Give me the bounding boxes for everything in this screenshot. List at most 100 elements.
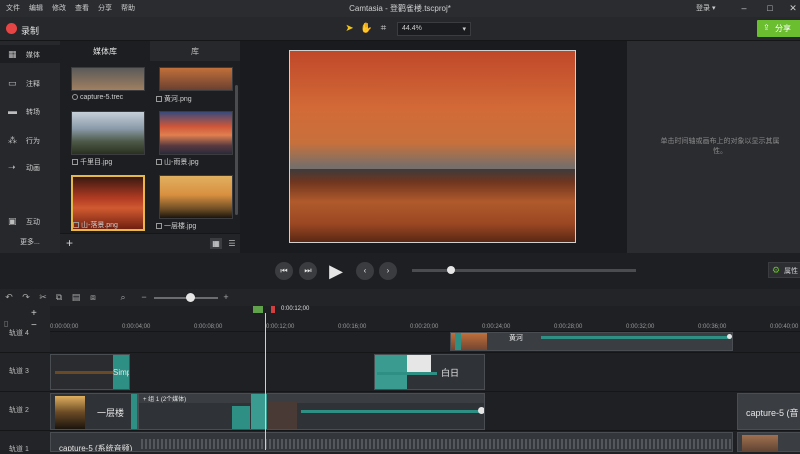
sidebar-item-transitions[interactable]: ▬ 转场 (0, 102, 60, 120)
track-4-label[interactable]: 轨道 4 (9, 328, 29, 338)
menu-view[interactable]: 查看 (75, 3, 89, 13)
menu-modify[interactable]: 修改 (52, 3, 66, 13)
animation-line[interactable] (301, 410, 481, 413)
tools-sidebar: ▦ 媒体 ▭ 注释 ▬ 转场 ⁂ 行为 ➝ 动画 ▣ 互动 更多... (0, 41, 60, 253)
media-scrollbar[interactable] (235, 85, 238, 215)
search-icon[interactable]: ⌕ (117, 291, 129, 303)
timeline-clip[interactable]: 一层楼 (50, 393, 138, 430)
step-back-icon[interactable]: ⏮ (275, 262, 293, 280)
lock-icon[interactable]: ▯ (4, 319, 8, 328)
playhead-in-marker[interactable] (253, 306, 263, 313)
more-tools-button[interactable]: 更多... (20, 237, 40, 247)
audio-clip[interactable]: capture-5 (系统音频) (50, 432, 733, 452)
thumb-caption: 黄河.png (156, 94, 192, 104)
track-2-label[interactable]: 轨道 2 (9, 405, 29, 415)
timeline-clip[interactable]: 黄河 (450, 332, 733, 351)
undo-icon[interactable]: ↶ (3, 291, 15, 303)
track-divider (0, 391, 800, 392)
timeline-clip[interactable]: 白日 (374, 354, 485, 390)
sidebar-item-media[interactable]: ▦ 媒体 (0, 45, 60, 63)
ruler-tick-label: 0:00:00;00 (50, 324, 79, 330)
group-header (139, 394, 484, 403)
add-icon[interactable]: + (66, 236, 73, 250)
track-3-label[interactable]: 轨道 3 (9, 366, 29, 376)
hand-icon[interactable]: ✋ (360, 22, 373, 35)
previous-clip-icon[interactable]: ‹ (356, 262, 374, 280)
maximize-icon[interactable]: □ (763, 2, 777, 14)
sidebar-item-interactive[interactable]: ▣ 互动 (0, 212, 60, 230)
properties-button[interactable]: ⚙ 属性 (768, 262, 800, 278)
audio-waveform (141, 439, 731, 449)
timeline-clip[interactable]: Simp (50, 354, 130, 390)
login-menu[interactable]: 登录 ▾ (696, 3, 715, 13)
timeline-ruler[interactable]: 0:00:00;00 0:00:04;00 0:00:08;00 0:00:12… (50, 306, 800, 332)
thumbnail[interactable] (159, 175, 233, 219)
animation-line[interactable] (541, 336, 731, 339)
tab-media-bin[interactable]: 媒体库 (60, 41, 150, 61)
ruler-tick-label: 0:00:28;00 (554, 324, 583, 330)
animation-line[interactable] (377, 372, 437, 375)
playhead-out-marker[interactable] (271, 306, 275, 313)
cut-icon[interactable]: ✂ (37, 291, 49, 303)
zoom-select[interactable]: 44.4% ▾ (397, 22, 471, 36)
grid-view-icon[interactable]: ▦ (210, 238, 222, 249)
interactive-icon: ▣ (8, 216, 17, 226)
zoom-out-icon[interactable]: − (138, 291, 150, 303)
recording-icon (72, 94, 78, 100)
step-forward-icon[interactable]: ⏭ (299, 262, 317, 280)
thumbnail[interactable] (159, 67, 233, 91)
canvas-image (290, 169, 575, 242)
close-icon[interactable]: ✕ (786, 2, 800, 14)
list-view-icon[interactable]: ☰ (226, 238, 238, 249)
zoom-knob[interactable] (186, 293, 195, 302)
zoom-value: 44.4% (402, 25, 422, 32)
remove-track-icon[interactable]: − (31, 320, 37, 331)
animation-endpoint[interactable] (727, 334, 732, 339)
crop-icon[interactable]: ⌗ (377, 22, 390, 35)
timeline-clip[interactable] (737, 432, 800, 452)
scrubber-knob[interactable] (447, 266, 455, 274)
menu-help[interactable]: 帮助 (121, 3, 135, 13)
add-track-icon[interactable]: + (31, 308, 37, 319)
menu-file[interactable]: 文件 (6, 3, 20, 13)
playhead-line[interactable] (265, 313, 266, 450)
timeline-clip[interactable]: capture-5 (音 (737, 393, 800, 430)
tab-library[interactable]: 库 (150, 41, 240, 61)
paste-icon[interactable]: ▤ (70, 291, 82, 303)
track-1-label[interactable]: 轨道 1 (9, 444, 29, 454)
redo-icon[interactable]: ↷ (20, 291, 32, 303)
sidebar-item-behaviors[interactable]: ⁂ 行为 (0, 131, 60, 149)
clip-handle[interactable] (455, 333, 461, 350)
preview-canvas[interactable] (289, 50, 576, 243)
split-icon[interactable]: ⧈ (87, 291, 99, 303)
thumb-caption: 千里目.jpg (72, 157, 112, 167)
playback-controls: ⏮ ⏭ ▶ ‹ › ⚙ 属性 (0, 253, 800, 289)
menu-share[interactable]: 分享 (98, 3, 112, 13)
thumbnail[interactable] (159, 111, 233, 155)
play-icon[interactable]: ▶ (324, 258, 348, 284)
pointer-icon[interactable]: ➤ (343, 22, 356, 35)
thumbnail[interactable] (71, 111, 145, 155)
record-icon[interactable] (6, 23, 17, 34)
share-button[interactable]: ⇪ 分享 (757, 20, 800, 37)
thumbnail[interactable] (71, 67, 145, 91)
playhead-handle[interactable] (253, 306, 279, 313)
clip-handle[interactable] (131, 394, 137, 429)
track-divider (0, 430, 800, 431)
menu-edit[interactable]: 编辑 (29, 3, 43, 13)
clip-handle[interactable] (232, 406, 250, 429)
sidebar-item-annotations[interactable]: ▭ 注释 (0, 74, 60, 92)
animation-endpoint[interactable] (478, 407, 484, 414)
zoom-in-icon[interactable]: + (220, 291, 232, 303)
minimize-icon[interactable]: – (737, 2, 751, 14)
copy-icon[interactable]: ⧉ (53, 291, 65, 303)
group-clip[interactable]: + 组 1 (2个媒体) (138, 393, 485, 430)
next-clip-icon[interactable]: › (379, 262, 397, 280)
record-button[interactable]: 录制 (21, 24, 39, 37)
playback-scrubber[interactable] (412, 269, 636, 272)
timeline-toolbar: ↶ ↷ ✂ ⧉ ▤ ⧈ ⌕ − + (0, 289, 800, 306)
sidebar-item-animations[interactable]: ➝ 动画 (0, 158, 60, 176)
clip-thumbnail (55, 396, 85, 429)
ruler-tick-label: 0:00:20;00 (410, 324, 439, 330)
track-divider (0, 352, 800, 353)
